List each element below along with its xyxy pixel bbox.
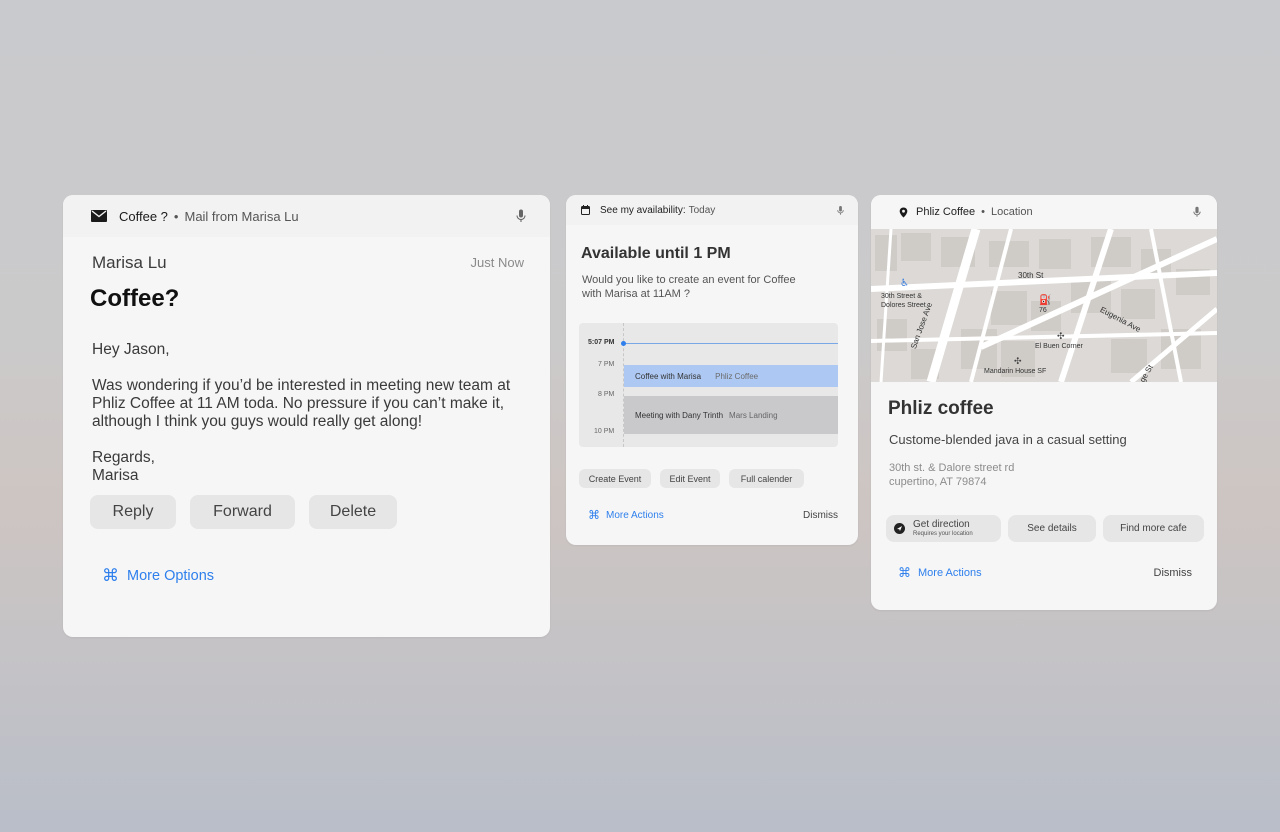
time-label: 7 PM [598, 361, 615, 368]
delete-button[interactable]: Delete [309, 495, 397, 529]
mail-message: Was wondering if you’d be interested in … [92, 377, 511, 430]
see-details-button[interactable]: See details [1008, 515, 1096, 542]
header-separator: • [173, 208, 179, 224]
event-title: Meeting with Dany Trinth [635, 410, 724, 420]
location-map[interactable]: 30th St Eugenia Ave San Jose Ave ge St 3… [871, 229, 1217, 382]
more-actions-link[interactable]: ⌘ More Actions [898, 565, 982, 581]
address-line: 30th st. & Dalore street rd [889, 462, 1015, 474]
microphone-icon[interactable] [1193, 206, 1201, 218]
event-title: Coffee with Marisa [635, 371, 702, 381]
edit-event-button[interactable]: Edit Event [660, 469, 720, 488]
mail-greeting: Hey Jason, [92, 341, 170, 358]
find-more-cafe-button[interactable]: Find more cafe [1103, 515, 1204, 542]
current-time-dot [621, 341, 626, 346]
more-actions-label: More Actions [606, 509, 664, 521]
more-options-link[interactable]: ⌘ More Options [102, 567, 524, 584]
calendar-header-subtitle: Today [688, 204, 716, 216]
location-card-header: Phliz Coffee • Location [871, 195, 1217, 229]
mail-card-header: Coffee ? • Mail from Marisa Lu [63, 195, 550, 237]
restaurant-icon: ✣ [1014, 356, 1022, 366]
microphone-icon[interactable] [837, 205, 844, 216]
mail-sender: Marisa Lu [92, 253, 167, 272]
mail-icon [91, 210, 107, 222]
map-place-label: 76 [1039, 307, 1047, 314]
calendar-header-title: See my availability: [600, 204, 686, 216]
command-icon: ⌘ [102, 566, 119, 585]
get-direction-sublabel: Requires your location [913, 530, 973, 537]
restaurant-icon: ✣ [1057, 331, 1065, 341]
event-location: Mars Landing [729, 410, 778, 420]
more-options-label: More Options [127, 567, 215, 584]
availability-headline: Available until 1 PM [581, 245, 731, 262]
forward-button[interactable]: Forward [190, 495, 295, 529]
header-separator: • [981, 206, 985, 218]
mail-signature: Marisa [92, 467, 139, 484]
transit-icon: ♿ [900, 278, 909, 289]
location-header-title: Phliz Coffee [916, 206, 976, 218]
location-card: Phliz Coffee • Location 30th St Eugenia … [871, 195, 1217, 610]
mail-body: Hey Jason, Was wondering if you’d be int… [92, 341, 524, 485]
calendar-event-coffee[interactable]: Coffee with Marisa Phliz Coffee [624, 365, 838, 387]
time-label: 8 PM [598, 391, 615, 398]
mail-actions: Reply Forward Delete [90, 495, 524, 529]
day-timeline: 5:07 PM 7 PM 8 PM 10 PM Coffee with Mari… [579, 323, 838, 447]
reply-button[interactable]: Reply [90, 495, 176, 529]
command-icon: ⌘ [588, 508, 600, 522]
place-name: Phliz coffee [888, 398, 994, 419]
calendar-card: See my availability: Today Available unt… [566, 195, 858, 545]
get-direction-button[interactable]: Get direction Requires your location [886, 515, 1001, 542]
map-place-label: Mandarin House SF [984, 368, 1047, 375]
get-direction-label: Get direction [913, 518, 970, 530]
gas-station-icon: ⛽ [1039, 295, 1052, 306]
calendar-actions: Create Event Edit Event Full calender [579, 469, 858, 488]
create-event-button[interactable]: Create Event [579, 469, 651, 488]
calendar-card-header: See my availability: Today [566, 195, 858, 225]
mail-timestamp: Just Now [470, 255, 524, 270]
map-place-label: El Buen Corner [1035, 343, 1083, 350]
time-label: 10 PM [594, 428, 615, 435]
address-line: cupertino, AT 79874 [889, 476, 987, 488]
mail-header-title: Coffee ? [119, 208, 168, 224]
place-description: Custome-blended java in a casual setting [889, 432, 1127, 447]
current-time-line [624, 343, 838, 344]
command-icon: ⌘ [898, 565, 911, 580]
calendar-icon [581, 205, 590, 215]
current-time-label: 5:07 PM [588, 339, 615, 346]
microphone-icon[interactable] [516, 209, 526, 223]
location-actions: Get direction Requires your location See… [886, 515, 1217, 542]
more-actions-link[interactable]: ⌘ More Actions [588, 508, 664, 522]
mail-card: Coffee ? • Mail from Marisa Lu Marisa Lu… [63, 195, 550, 637]
map-place-label: 30th Street & Dolores Street [881, 293, 926, 309]
mail-subject: Coffee? [90, 285, 180, 312]
full-calendar-button[interactable]: Full calender [729, 469, 804, 488]
location-pin-icon [899, 207, 908, 218]
event-location: Phliz Coffee [715, 371, 759, 381]
place-address: 30th st. & Dalore street rd cupertino, A… [889, 461, 1217, 489]
dismiss-button[interactable]: Dismiss [803, 510, 838, 521]
mail-signoff: Regards, [92, 449, 155, 466]
navigation-arrow-icon [894, 523, 905, 534]
more-actions-label: More Actions [918, 567, 982, 579]
mail-header-subtitle: Mail from Marisa Lu [184, 208, 299, 224]
create-event-prompt: Would you like to create an event for Co… [582, 274, 796, 300]
location-header-subtitle: Location [990, 206, 1033, 218]
calendar-event-meeting[interactable]: Meeting with Dany Trinth Mars Landing [624, 396, 838, 434]
map-street-label: 30th St [1018, 271, 1044, 280]
dismiss-button[interactable]: Dismiss [1154, 567, 1193, 579]
